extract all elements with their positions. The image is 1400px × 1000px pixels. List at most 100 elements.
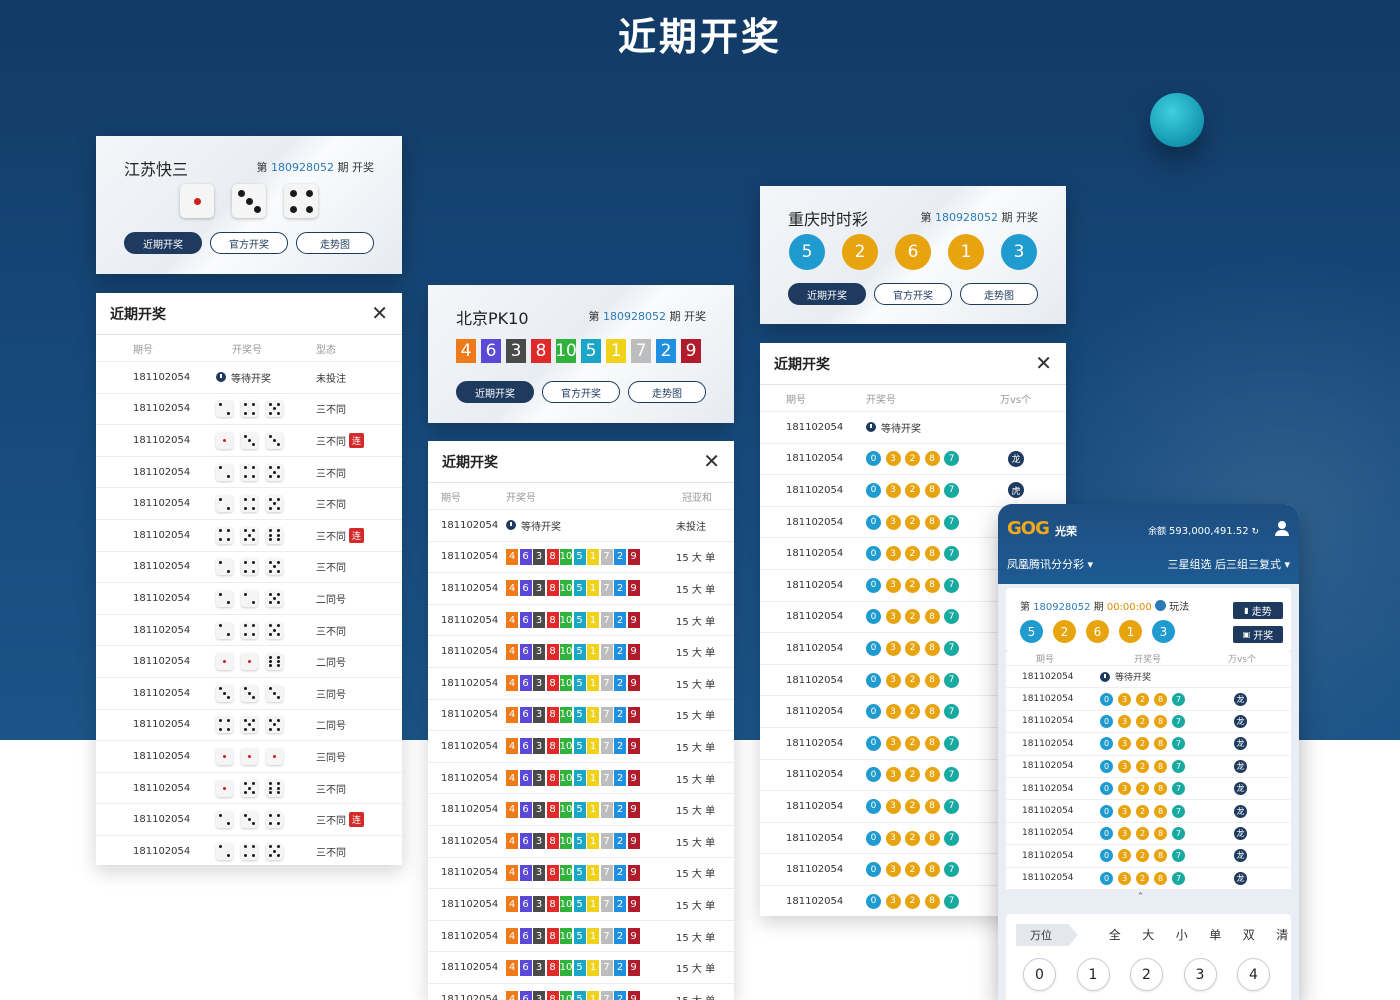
table-row[interactable]: 181102054 等待开奖 未投注 — [96, 362, 402, 394]
current-ball: 6 — [1086, 620, 1109, 643]
trend-chart-button[interactable]: 走势图 — [960, 283, 1038, 305]
table-row[interactable]: 181102054 0 3 2 8 7 龙 — [760, 444, 1066, 476]
official-draws-button[interactable]: 官方开奖 — [542, 381, 620, 403]
table-row[interactable]: 181102054 三不同 — [96, 457, 402, 489]
table-row[interactable]: 1811020544638105172915 大 单 — [428, 636, 734, 668]
pk10-number: 4 — [456, 339, 476, 363]
table-row[interactable]: 181102054 0 3 2 8 7 龙 — [1006, 800, 1291, 823]
number-key[interactable]: 4 — [1237, 958, 1270, 991]
table-row[interactable]: 1811020544638105172915 大 单 — [428, 952, 734, 984]
draw-numbers — [216, 842, 316, 860]
table-row[interactable]: 181102054 0 3 2 8 7 虎 — [760, 475, 1066, 507]
user-icon[interactable] — [1275, 521, 1289, 536]
ssc-ball: 0 — [866, 862, 881, 878]
table-row[interactable]: 181102054 0 3 2 8 7 龙 — [1006, 823, 1291, 846]
table-row[interactable]: 1811020544638105172915 大 单 — [428, 858, 734, 890]
table-row[interactable]: 181102054 三同号 — [96, 741, 402, 773]
table-row[interactable]: 181102054 三不同 — [96, 552, 402, 584]
table-row[interactable]: 181102054 0 3 2 8 7 龙 — [1006, 733, 1291, 756]
refresh-icon[interactable]: ↻ — [1251, 527, 1259, 537]
recent-draws-button[interactable]: 近期开奖 — [456, 381, 534, 403]
table-row[interactable]: 181102054 0 3 2 8 7 龙 — [1006, 688, 1291, 711]
table-row[interactable]: 1811020544638105172915 大 单 — [428, 605, 734, 637]
table-row[interactable]: 181102054 等待开奖 — [1006, 666, 1291, 689]
recent-draws-button[interactable]: 近期开奖 — [788, 283, 866, 305]
pk10-number: 2 — [614, 770, 626, 787]
ssc-ball: 5 — [789, 234, 825, 270]
official-draws-button[interactable]: 官方开奖 — [210, 232, 288, 254]
pk10-number: 10 — [560, 770, 572, 787]
recent-draws-button[interactable]: 近期开奖 — [124, 232, 202, 254]
pk10-number: 1 — [587, 612, 599, 629]
game-selector[interactable]: 凤凰腾讯分分彩 ▾ — [1007, 556, 1093, 572]
table-row[interactable]: 1811020544638105172915 大 单 — [428, 542, 734, 574]
ssc-ball: 8 — [924, 514, 940, 530]
help-icon[interactable] — [1154, 600, 1166, 611]
table-row[interactable]: 1811020544638105172915 大 单 — [428, 573, 734, 605]
table-row[interactable]: 181102054 0 3 2 8 7 龙 — [1006, 778, 1291, 801]
table-row[interactable]: 1811020544638105172915 大 单 — [428, 984, 734, 1000]
table-row[interactable]: 1811020544638105172915 大 单 — [428, 731, 734, 763]
quick-select-button[interactable]: 清 — [1266, 926, 1300, 943]
table-row[interactable]: 181102054 三同号 — [96, 678, 402, 710]
ssc-ball: 7 — [944, 577, 959, 593]
trend-chart-button[interactable]: 走势图 — [296, 232, 374, 254]
quick-select-button[interactable]: 小 — [1165, 926, 1199, 943]
pk10-number: 9 — [627, 580, 640, 597]
number-key[interactable]: 3 — [1183, 958, 1217, 991]
number-key[interactable]: 2 — [1130, 958, 1163, 991]
draw-numbers: 等待开奖 — [506, 518, 676, 533]
play-rules-link[interactable]: 玩法 — [1169, 602, 1189, 613]
quick-select-button[interactable]: 大 — [1132, 926, 1166, 943]
table-row[interactable]: 1811020544638105172915 大 单 — [428, 700, 734, 732]
official-draws-button[interactable]: 官方开奖 — [874, 283, 952, 305]
table-row[interactable]: 181102054 0 3 2 8 7 龙 — [1006, 756, 1291, 778]
pk10-number: 9 — [627, 833, 640, 850]
table-row[interactable]: 181102054 0 3 2 8 7 龙 — [1006, 845, 1291, 868]
table-row[interactable]: 181102054 0 3 2 8 7 龙 — [1006, 868, 1291, 890]
table-row[interactable]: 1811020544638105172915 大 单 — [428, 921, 734, 953]
table-row[interactable]: 181102054 三不同连 — [96, 804, 402, 836]
ssc-ball: 0 — [866, 609, 881, 625]
play-mode-selector[interactable]: 三星组选 后三组三复式 ▾ — [1167, 556, 1290, 572]
pattern-type: 三不同 — [316, 626, 346, 638]
collapse-icon[interactable]: ⌃ — [998, 892, 1283, 902]
table-row[interactable]: 1811020544638105172915 大 单 — [428, 889, 734, 921]
table-row[interactable]: 181102054 三不同 — [96, 488, 402, 520]
close-icon[interactable]: ✕ — [703, 451, 720, 471]
trend-button[interactable]: ▮ 走势 — [1233, 602, 1283, 619]
quick-select-button[interactable]: 单 — [1199, 926, 1233, 943]
table-row[interactable]: 181102054 二同号 — [96, 710, 402, 742]
quick-select-button[interactable]: 双 — [1232, 926, 1266, 943]
draw-numbers: 03287 — [1100, 782, 1234, 796]
table-row[interactable]: 1811020544638105172915 大 单 — [428, 794, 734, 826]
table-row[interactable]: 1811020544638105172915 大 单 — [428, 826, 734, 858]
pk10-number: 5 — [573, 770, 586, 787]
table-row[interactable]: 181102054 二同号 — [96, 646, 402, 678]
table-row[interactable]: 181102054 三不同 — [96, 394, 402, 426]
draw-button[interactable]: ▣ 开奖 — [1233, 626, 1283, 643]
pk10-number: 9 — [627, 548, 640, 565]
table-row[interactable]: 181102054 0 3 2 8 7 龙 — [1006, 711, 1291, 734]
table-row[interactable]: 181102054 三不同 — [96, 615, 402, 647]
table-row[interactable]: 1811020544638105172915 大 单 — [428, 763, 734, 795]
trend-chart-button[interactable]: 走势图 — [628, 381, 706, 403]
page-title: 近期开奖 — [617, 15, 782, 59]
number-key[interactable]: 0 — [1023, 958, 1056, 991]
table-row[interactable]: 1811020544638105172915 大 单 — [428, 668, 734, 700]
table-row[interactable]: 181102054 三不同 — [96, 773, 402, 805]
table-row[interactable]: 181102054 等待开奖 未投注 — [428, 510, 734, 542]
table-row[interactable]: 181102054 三不同连 — [96, 520, 402, 552]
table-row[interactable]: 181102054 二同号 — [96, 583, 402, 615]
close-icon[interactable]: ✕ — [1035, 353, 1052, 373]
draw-numbers: 等待开奖 — [1100, 670, 1234, 683]
pk10-number: 10 — [560, 991, 572, 1000]
ssc-ball: 3 — [885, 609, 901, 625]
ssc-ball: 8 — [924, 798, 940, 814]
number-key[interactable]: 1 — [1076, 958, 1110, 991]
quick-select-button[interactable]: 全 — [1098, 926, 1132, 943]
table-row[interactable]: 181102054 等待开奖 — [760, 412, 1066, 444]
table-row[interactable]: 181102054 三不同 — [96, 836, 402, 868]
table-row[interactable]: 181102054 三不同连 — [96, 425, 402, 457]
close-icon[interactable]: ✕ — [371, 303, 388, 323]
